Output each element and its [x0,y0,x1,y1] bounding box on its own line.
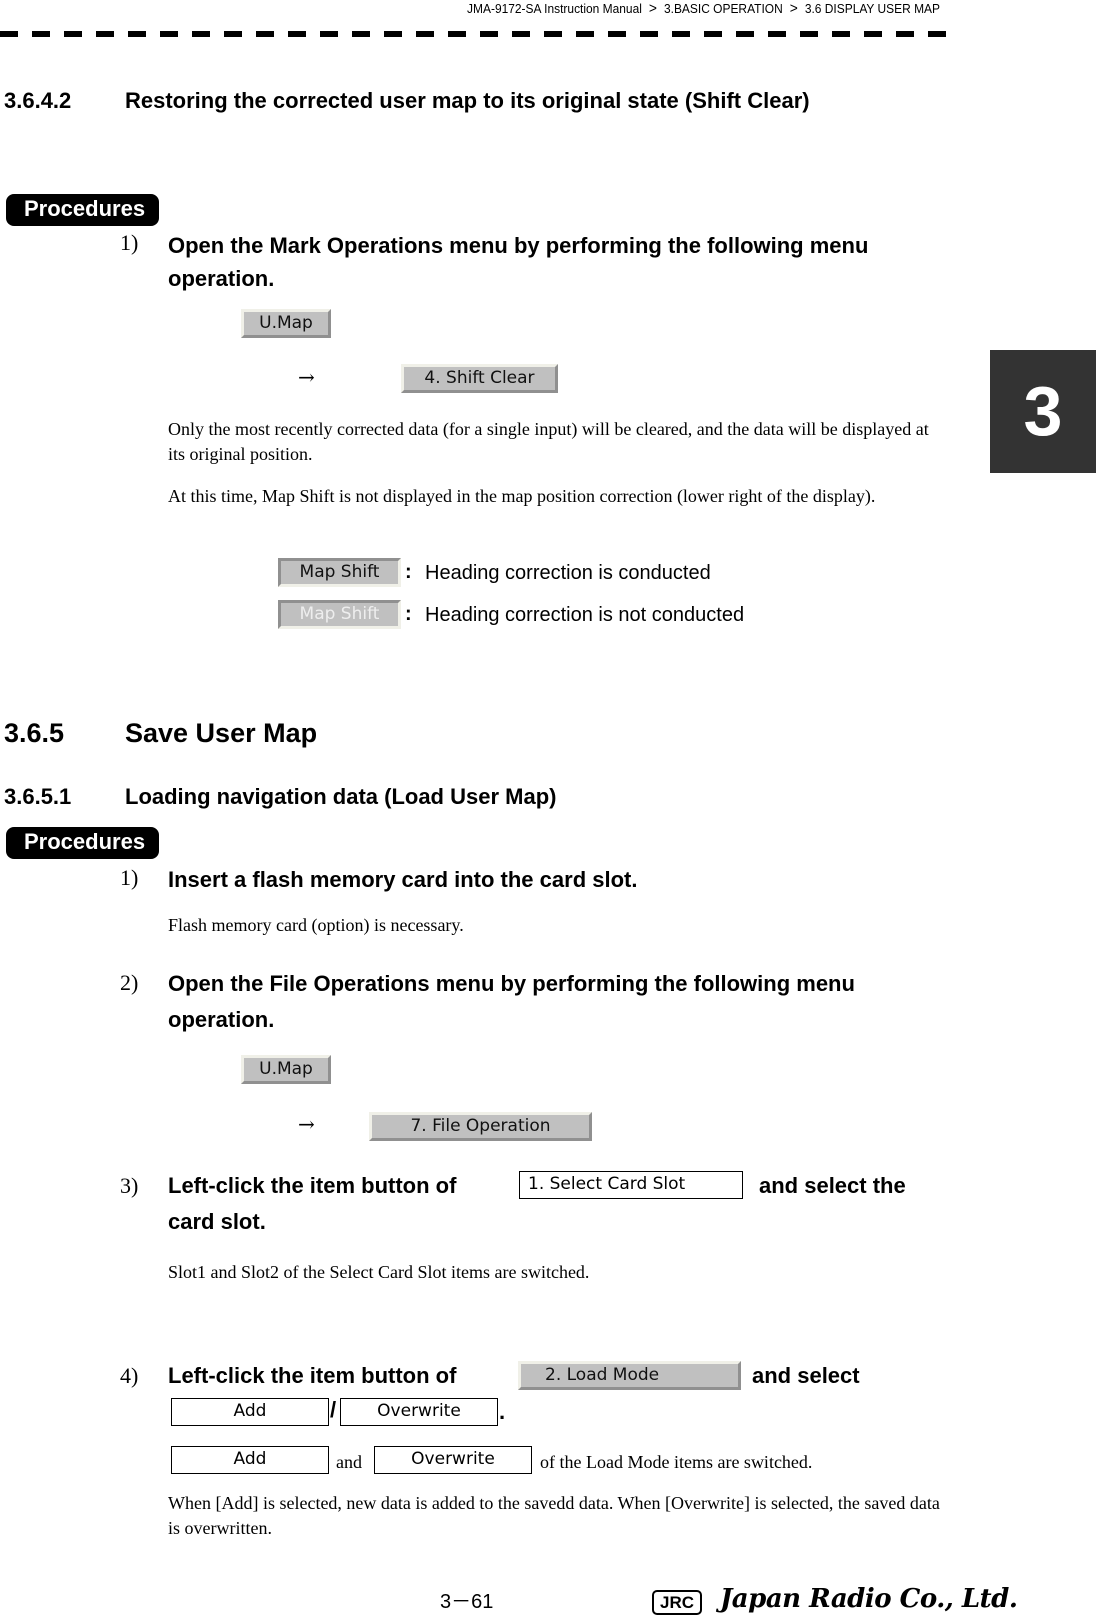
step-text: Left-click the item button of [168,1173,457,1198]
page-number: 3－61 [440,1591,494,1613]
procedures-badge: Procedures [6,827,160,859]
header-divider [0,31,952,37]
section-heading-3-6-4-2: 3.6.4.2 Restoring the corrected user map … [4,88,810,114]
file-operation-button[interactable]: 7. File Operation [369,1112,592,1141]
step-note: of the Load Mode items are switched. [540,1452,813,1472]
breadcrumb-separator: > [648,0,657,17]
arrow-icon: → [298,1112,315,1136]
umap-button[interactable]: U.Map [241,1055,331,1084]
section-title: Restoring the corrected user map to its … [125,88,810,113]
step-number: 4) [120,1363,139,1388]
step-text: and select [752,1363,860,1388]
step-number: 1) [120,230,139,255]
map-shift-inactive-indicator: Map Shift [278,600,401,629]
step-text: Left-click the item button of [168,1363,457,1388]
step-text: and select the [759,1173,906,1198]
paragraph: Only the most recently corrected data (f… [168,419,929,464]
procedures-badge: Procedures [6,194,160,226]
breadcrumb-manual: JMA-9172-SA Instruction Manual [467,1,642,16]
step-text: Insert a flash memory card into the card… [168,867,638,892]
section-title: Loading navigation data (Load User Map) [125,784,557,809]
step-note: When [Add] is selected, new data is adde… [168,1493,940,1538]
shift-clear-button[interactable]: 4. Shift Clear [401,364,558,393]
step-text: Open the Mark Operations menu by perform… [168,233,869,291]
step-number: 1) [120,865,139,890]
step-note: Slot1 and Slot2 of the Select Card Slot … [168,1262,590,1282]
company-logo: Japan Radio Co., Ltd. [720,1584,1018,1614]
legend-colon: : [405,603,412,625]
section-heading-3-6-5-1: 3.6.5.1 Loading navigation data (Load Use… [4,784,556,810]
section-heading-3-6-5: 3.6.5 Save User Map [4,718,317,749]
load-mode-button[interactable]: 2. Load Mode [518,1361,741,1390]
paragraph: At this time, Map Shift is not displayed… [168,486,876,506]
arrow-icon: → [298,365,315,389]
step-text: Open the File Operations menu by perform… [168,971,855,1032]
add-option-button[interactable]: Add [171,1398,329,1426]
step-number: 2) [120,970,139,995]
legend-text: Heading correction is conducted [425,562,711,584]
breadcrumb-separator: > [789,0,798,17]
overwrite-option-button[interactable]: Overwrite [340,1398,498,1426]
step-text: card slot. [168,1209,266,1234]
step-note: Flash memory card (option) is necessary. [168,915,464,935]
chapter-tab: 3 [990,350,1096,473]
select-card-slot-button[interactable]: 1. Select Card Slot [519,1171,743,1199]
overwrite-option-button[interactable]: Overwrite [374,1446,532,1474]
umap-button[interactable]: U.Map [241,309,331,338]
slash-separator: / [330,1397,337,1422]
section-title: Save User Map [125,718,318,748]
add-option-button[interactable]: Add [171,1446,329,1474]
jrc-logo-badge: JRC [652,1590,702,1615]
legend-colon: : [405,561,412,583]
section-number: 3.6.5 [4,718,65,748]
breadcrumb-chapter: 3.BASIC OPERATION [663,1,783,16]
step-number: 3) [120,1173,139,1198]
section-number: 3.6.5.1 [4,784,72,809]
period: . [499,1399,506,1424]
legend-text: Heading correction is not conducted [425,604,745,626]
conjunction-text: and [336,1452,362,1472]
section-number: 3.6.4.2 [4,88,72,113]
breadcrumb: JMA-9172-SA Instruction Manual > 3.BASIC… [75,0,940,17]
breadcrumb-section: 3.6 DISPLAY USER MAP [804,1,940,16]
map-shift-active-indicator: Map Shift [278,558,401,587]
